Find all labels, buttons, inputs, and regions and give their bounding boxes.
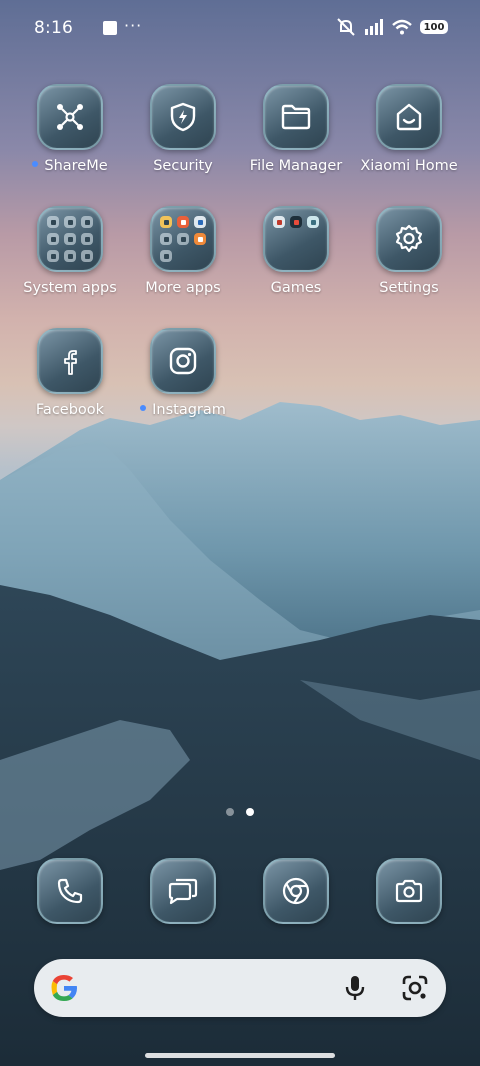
- app-label: Security: [153, 158, 213, 174]
- new-badge-dot: [32, 161, 39, 167]
- mic-icon[interactable]: [344, 975, 366, 1001]
- app-label: ShareMe: [44, 158, 108, 174]
- folder-grid-icon: [150, 206, 216, 272]
- google-lens-icon[interactable]: [402, 975, 428, 1001]
- messages-icon: [150, 858, 216, 924]
- wifi-icon: [392, 19, 412, 35]
- dock-camera[interactable]: [353, 858, 465, 924]
- app-label: System apps: [23, 280, 117, 296]
- page-indicator[interactable]: [0, 808, 480, 816]
- dock-chrome[interactable]: [240, 858, 352, 924]
- folder-system-apps[interactable]: System apps: [14, 206, 126, 296]
- app-settings[interactable]: Settings: [353, 206, 465, 296]
- app-label: Xiaomi Home: [360, 158, 458, 174]
- gesture-home-bar[interactable]: [145, 1053, 335, 1058]
- app-security[interactable]: Security: [127, 84, 239, 174]
- app-file-manager[interactable]: File Manager: [240, 84, 352, 174]
- app-label: File Manager: [249, 158, 343, 174]
- dock-phone[interactable]: [14, 858, 126, 924]
- share-network-icon: [37, 84, 103, 150]
- app-label: More apps: [145, 280, 221, 296]
- battery-icon: 100: [420, 20, 448, 34]
- google-search-bar[interactable]: [34, 959, 446, 1017]
- page-dot-active[interactable]: [246, 808, 254, 816]
- app-facebook[interactable]: Facebook: [14, 328, 126, 418]
- app-label: Games: [270, 280, 322, 296]
- folder-more-apps[interactable]: More apps: [127, 206, 239, 296]
- folder-grid-icon: [263, 206, 329, 272]
- camera-icon: [376, 858, 442, 924]
- page-dot[interactable]: [226, 808, 234, 816]
- folder-games[interactable]: Games: [240, 206, 352, 296]
- chrome-icon: [263, 858, 329, 924]
- status-bar: 8:16 ··· 100: [0, 0, 480, 56]
- phone-icon: [37, 858, 103, 924]
- notification-box-icon: [103, 21, 117, 35]
- app-shareme[interactable]: ShareMe: [14, 84, 126, 174]
- shield-bolt-icon: [150, 84, 216, 150]
- folder-icon: [263, 84, 329, 150]
- facebook-icon: [37, 328, 103, 394]
- app-label: Facebook: [35, 402, 105, 418]
- mute-icon: [337, 18, 355, 36]
- signal-icon: [365, 19, 383, 35]
- google-g-icon: [51, 975, 77, 1001]
- app-instagram[interactable]: Instagram: [127, 328, 239, 418]
- dock-messages[interactable]: [127, 858, 239, 924]
- app-label: Settings: [379, 280, 439, 296]
- home-smile-icon: [376, 84, 442, 150]
- overflow-dots: ···: [124, 16, 143, 35]
- status-time: 8:16: [34, 18, 73, 38]
- app-label: Instagram: [152, 402, 226, 418]
- folder-grid-icon: [37, 206, 103, 272]
- new-badge-dot: [140, 405, 147, 411]
- gear-icon: [376, 206, 442, 272]
- instagram-icon: [150, 328, 216, 394]
- app-xiaomi-home[interactable]: Xiaomi Home: [353, 84, 465, 174]
